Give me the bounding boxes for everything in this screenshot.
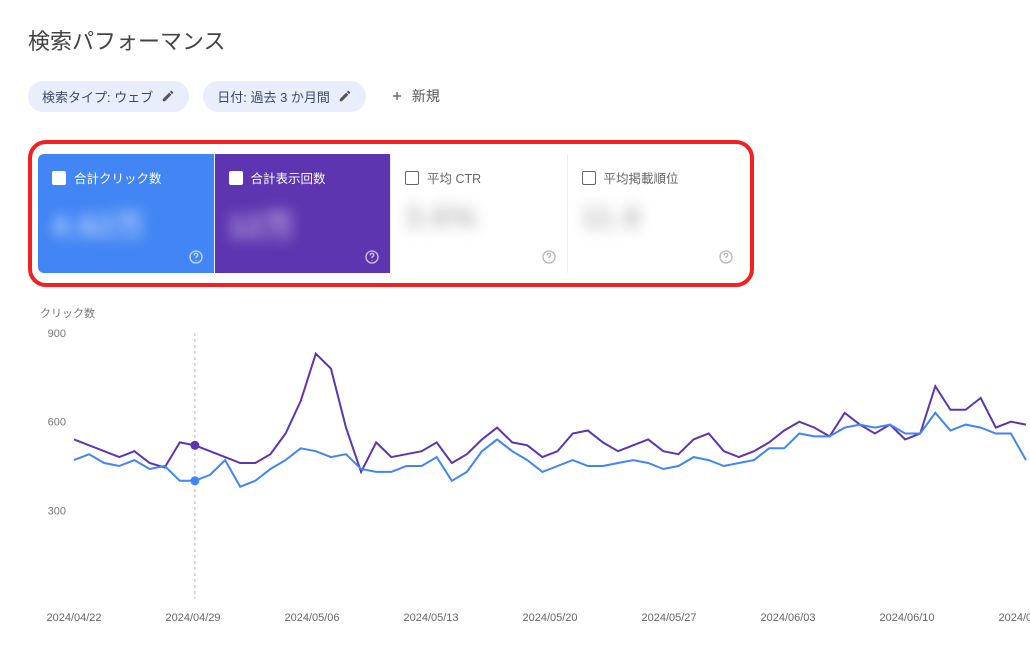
page-title: 検索パフォーマンス — [28, 24, 1030, 56]
metric-label: 合計表示回数 — [251, 168, 326, 187]
plus-icon — [390, 89, 404, 103]
metric-value: 12万 — [229, 201, 377, 245]
metric-card-impressions[interactable]: 合計表示回数 12万 — [215, 154, 392, 273]
metric-label: 合計クリック数 — [74, 168, 162, 187]
search-type-chip[interactable]: 検索タイプ: ウェブ — [28, 81, 189, 112]
chart-label: クリック数 — [40, 305, 1030, 321]
x-axis-tick: 2024/04/29 — [165, 612, 220, 624]
metric-value: 3.6% — [405, 201, 553, 235]
edit-icon — [161, 89, 175, 103]
add-filter-label: 新規 — [412, 86, 440, 106]
hover-dot-impressions — [190, 441, 199, 450]
filter-bar: 検索タイプ: ウェブ 日付: 過去 3 か月間 新規 — [28, 80, 1030, 112]
help-icon[interactable] — [364, 249, 380, 265]
metric-label: 平均 CTR — [427, 168, 481, 187]
line-clicks — [74, 413, 1026, 487]
chart-area: クリック数 300 600 900 2024/04/22 2024/04/29 2024/… — [38, 305, 1030, 629]
help-icon[interactable] — [541, 249, 557, 265]
hover-dot-clicks — [190, 476, 199, 485]
metric-value: 11.6 — [582, 201, 731, 235]
checkbox-icon — [405, 171, 419, 185]
edit-icon — [338, 89, 352, 103]
line-impressions — [74, 354, 1026, 472]
x-axis-tick: 2024/05/06 — [284, 612, 339, 624]
x-axis-tick: 2024/05/27 — [641, 612, 696, 624]
highlight-box: 合計クリック数 4.62万 合計表示回数 12万 平均 CT — [28, 140, 754, 287]
x-axis-tick: 2024/05/13 — [403, 612, 458, 624]
y-axis-tick: 600 — [48, 417, 66, 429]
date-range-chip-label: 日付: 過去 3 か月間 — [217, 87, 330, 106]
metric-cards: 合計クリック数 4.62万 合計表示回数 12万 平均 CT — [38, 154, 744, 273]
metric-label: 平均掲載順位 — [604, 168, 679, 187]
checkbox-icon — [229, 171, 243, 185]
x-axis-tick: 2024/06/10 — [879, 612, 934, 624]
date-range-chip[interactable]: 日付: 過去 3 か月間 — [203, 81, 366, 112]
metric-card-ctr[interactable]: 平均 CTR 3.6% — [391, 154, 568, 273]
metric-card-clicks[interactable]: 合計クリック数 4.62万 — [38, 154, 215, 273]
checkbox-icon — [582, 171, 596, 185]
y-axis-tick: 900 — [48, 329, 66, 340]
search-type-chip-label: 検索タイプ: ウェブ — [42, 87, 153, 106]
help-icon[interactable] — [188, 249, 204, 265]
x-axis-tick: 2024/06/17 — [998, 612, 1030, 624]
x-axis-tick: 2024/06/03 — [760, 612, 815, 624]
add-filter-button[interactable]: 新規 — [380, 80, 450, 112]
y-axis-tick: 300 — [48, 505, 66, 517]
x-axis-tick: 2024/04/22 — [46, 612, 101, 624]
checkbox-icon — [52, 171, 66, 185]
performance-chart[interactable]: 300 600 900 2024/04/22 2024/04/29 2024/05/06 2… — [38, 329, 1030, 629]
help-icon[interactable] — [718, 249, 734, 265]
metric-card-position[interactable]: 平均掲載順位 11.6 — [568, 154, 745, 273]
metric-value: 4.62万 — [52, 201, 200, 245]
x-axis-tick: 2024/05/20 — [522, 612, 577, 624]
